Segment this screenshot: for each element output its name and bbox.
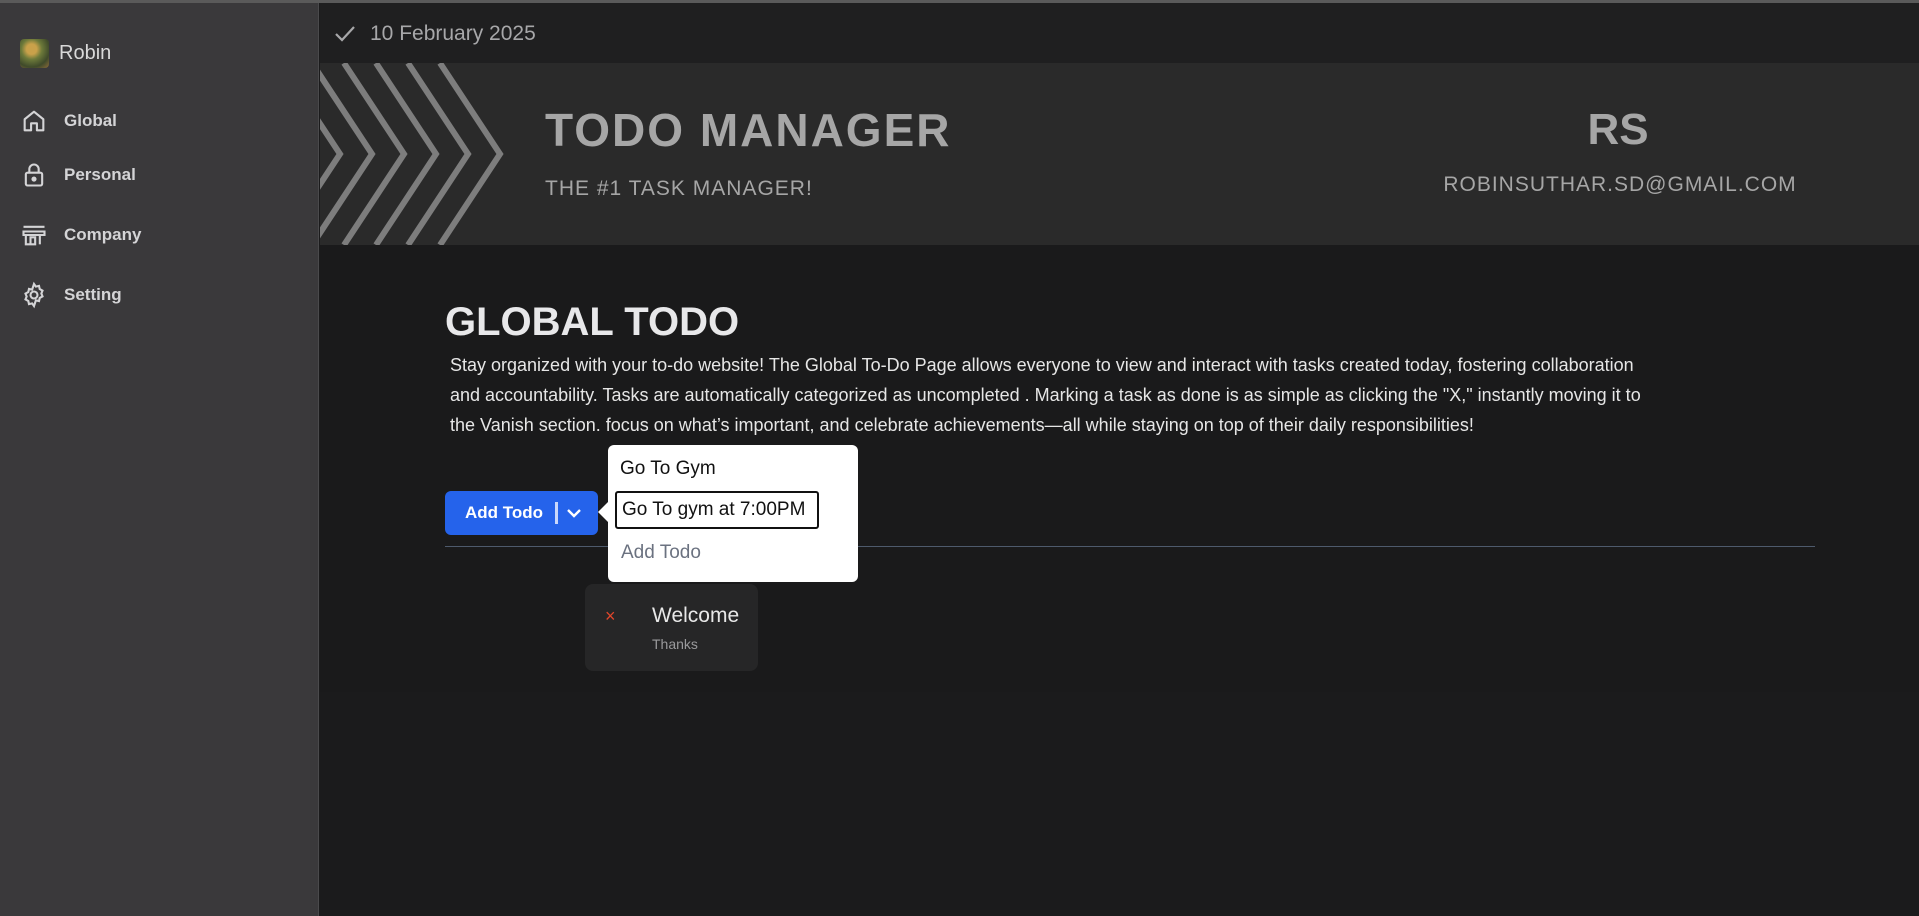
- popup-add-todo-button[interactable]: Add Todo: [621, 542, 701, 564]
- button-separator: [555, 502, 558, 524]
- avatar: [20, 39, 49, 68]
- user-initials: RS: [1587, 105, 1649, 154]
- store-icon: [22, 225, 46, 246]
- delete-icon[interactable]: ×: [605, 606, 616, 627]
- todo-card: × Welcome Thanks: [585, 584, 758, 671]
- current-date: 10 February 2025: [370, 22, 536, 45]
- popup-arrow: [598, 502, 608, 522]
- add-todo-button[interactable]: Add Todo: [445, 491, 598, 535]
- chevron-pattern-decoration: [320, 63, 504, 245]
- profile-name: Robin: [59, 42, 112, 64]
- home-icon: [23, 110, 45, 132]
- sidebar: Robin Global Personal Company Setting: [0, 3, 319, 916]
- add-todo-popup: Add Todo: [608, 445, 858, 582]
- app-title: TODO MANAGER: [545, 104, 952, 156]
- lock-icon: [24, 163, 44, 187]
- date-bar: [320, 3, 1919, 63]
- chevron-down-icon[interactable]: [563, 502, 585, 524]
- sidebar-item-label: Personal: [64, 165, 136, 184]
- user-email: ROBINSUTHAR.SD@GMAIL.COM: [1443, 173, 1797, 196]
- app-subtitle: THE #1 TASK MANAGER!: [545, 177, 813, 200]
- sidebar-item-setting[interactable]: Setting: [20, 281, 122, 309]
- add-todo-button-label: Add Todo: [465, 503, 544, 522]
- sidebar-item-company[interactable]: Company: [20, 221, 141, 249]
- sidebar-item-global[interactable]: Global: [20, 107, 117, 135]
- page-title: GLOBAL TODO: [445, 300, 740, 344]
- sidebar-item-label: Global: [64, 111, 117, 130]
- todo-description-input[interactable]: [615, 491, 819, 529]
- sidebar-item-label: Setting: [64, 285, 122, 304]
- page-description: Stay organized with your to-do website! …: [450, 355, 1641, 435]
- sidebar-item-label: Company: [64, 225, 142, 244]
- todo-subtitle: Thanks: [652, 636, 698, 652]
- sidebar-item-personal[interactable]: Personal: [20, 161, 136, 189]
- todo-title-input[interactable]: [620, 455, 845, 483]
- profile[interactable]: Robin: [20, 39, 111, 68]
- gear-icon: [24, 281, 44, 309]
- check-icon: [335, 26, 355, 42]
- todo-title: Welcome: [652, 604, 740, 627]
- banner: TODO MANAGER THE #1 TASK MANAGER! RS ROB…: [320, 63, 1919, 245]
